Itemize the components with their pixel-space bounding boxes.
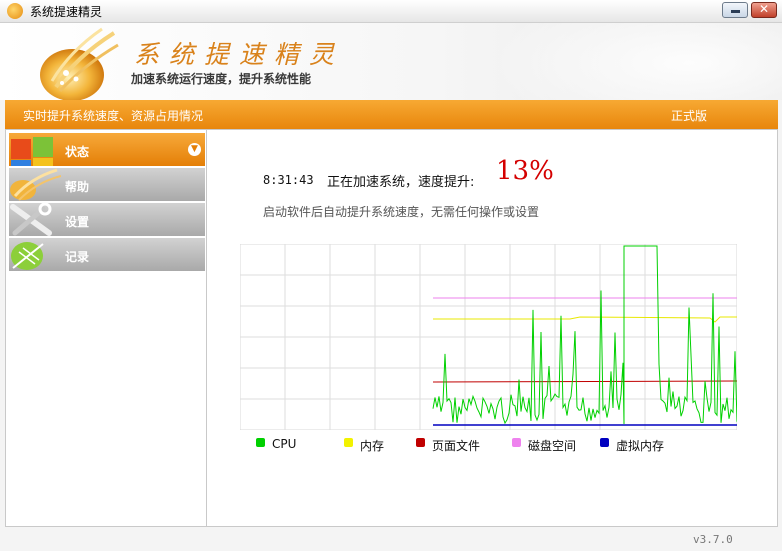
legend-label: CPU xyxy=(272,437,297,451)
version-label: v3.7.0 xyxy=(693,533,733,546)
header-banner: 系统提速精灵 加速系统运行速度，提升系统性能 xyxy=(0,23,782,100)
sidebar-item-label: 帮助 xyxy=(65,180,90,194)
sidebar-item-status[interactable]: 状态 ▼ xyxy=(9,133,205,166)
sidebar-item-label: 设置 xyxy=(65,215,90,229)
resource-usage-chart xyxy=(240,244,737,430)
window-title: 系统提速精灵 xyxy=(30,5,103,19)
brand-slogan: 加速系统运行速度，提升系统性能 xyxy=(131,72,312,86)
tools-icon xyxy=(10,203,52,236)
status-text: 正在加速系统，速度提升: xyxy=(327,175,475,190)
wheat-icon xyxy=(10,168,61,201)
legend-swatch xyxy=(344,438,353,447)
sidebar-item-settings[interactable]: 设置 xyxy=(9,203,205,236)
legend-swatch xyxy=(416,438,425,447)
edition-label: 正式版 xyxy=(671,109,708,123)
info-bar-text: 实时提升系统速度、资源占用情况 xyxy=(23,109,204,123)
title-bar: 系统提速精灵 ✕ xyxy=(0,0,782,23)
legend-label: 页面文件 xyxy=(432,439,481,453)
sidebar-item-label: 记录 xyxy=(65,250,90,264)
close-button[interactable]: ✕ xyxy=(751,2,777,18)
legend-label: 虚拟内存 xyxy=(616,439,665,453)
brand-title: 系统提速精灵 xyxy=(134,40,345,69)
chart-legend: CPU 内存 页面文件 磁盘空间 虚拟内存 xyxy=(253,436,773,456)
close-icon: ✕ xyxy=(758,2,770,16)
sidebar-item-label: 状态 xyxy=(65,145,90,159)
legend-swatch xyxy=(256,438,265,447)
banner-swoosh xyxy=(492,23,782,100)
info-bar: 实时提升系统速度、资源占用情况 正式版 xyxy=(5,100,778,129)
speedup-percent: 13% xyxy=(496,156,554,186)
logo-icon xyxy=(40,27,119,100)
chevron-down-icon: ▼ xyxy=(188,143,201,156)
sidebar: 状态 ▼ 帮助 设置 记录 xyxy=(6,130,207,526)
leaf-icon xyxy=(11,242,44,270)
status-content: 8:31:43 正在加速系统，速度提升: 13% 启动软件后自动提升系统速度，无… xyxy=(207,130,777,526)
app-icon xyxy=(7,3,23,19)
clock-time: 8:31:43 xyxy=(263,173,314,187)
minimize-button[interactable] xyxy=(722,2,748,18)
sidebar-item-records[interactable]: 记录 xyxy=(9,238,205,271)
legend-swatch xyxy=(600,438,609,447)
legend-swatch xyxy=(512,438,521,447)
sidebar-item-help[interactable]: 帮助 xyxy=(9,168,205,201)
legend-label: 磁盘空间 xyxy=(528,439,577,453)
legend-label: 内存 xyxy=(360,439,385,453)
status-note: 启动软件后自动提升系统速度，无需任何操作或设置 xyxy=(263,205,540,219)
orange-window-icon xyxy=(11,137,53,166)
